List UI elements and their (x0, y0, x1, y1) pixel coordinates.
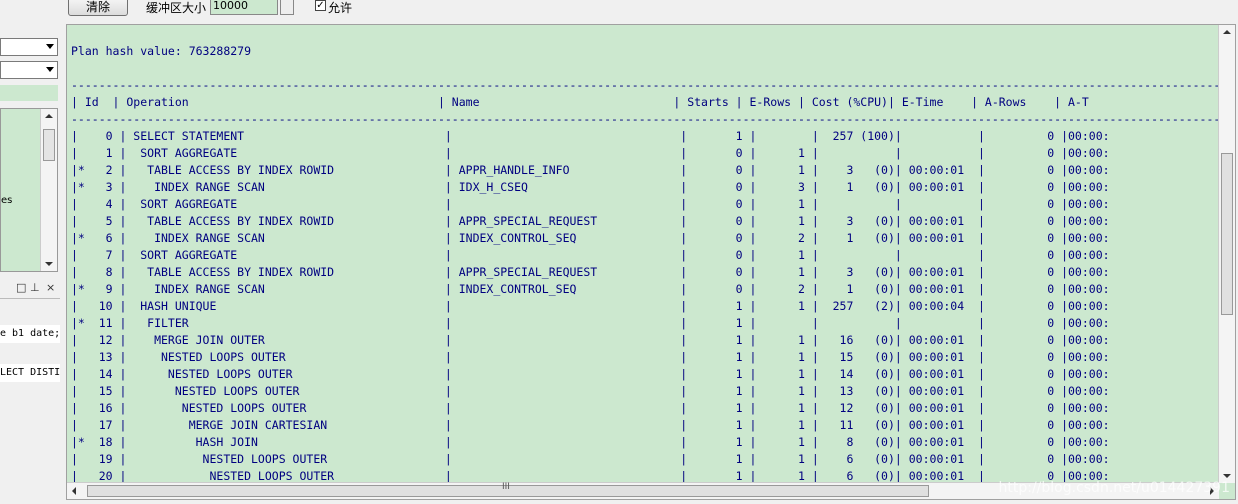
code-line[interactable]: LECT DISTI (0, 364, 60, 382)
pin-icon[interactable]: ⊥ (30, 281, 40, 294)
grip-icon: III (502, 482, 510, 492)
buffer-size-spinner[interactable] (280, 0, 294, 15)
restore-icon[interactable]: □ (16, 281, 26, 294)
vertical-scrollbar-thumb[interactable] (1221, 153, 1233, 315)
scroll-down-icon[interactable] (1223, 474, 1231, 478)
tree-item-text: es (1, 195, 13, 206)
tree-scrollbar[interactable] (40, 109, 57, 271)
panel-titlebar: □ ⊥ × (0, 280, 60, 299)
close-icon[interactable]: × (46, 281, 55, 294)
left-filter-field[interactable] (0, 85, 58, 101)
scroll-left-icon[interactable] (72, 487, 76, 495)
buffer-size-input[interactable]: 10000 (210, 0, 278, 15)
buffer-size-label: 缓冲区大小 (146, 1, 207, 15)
left-combo-2[interactable] (0, 61, 58, 79)
vertical-scrollbar[interactable] (1218, 25, 1235, 483)
scroll-up-icon[interactable] (1223, 30, 1231, 34)
allow-label: 允许 (328, 1, 353, 15)
chevron-down-icon (46, 67, 54, 72)
allow-checkbox[interactable]: ✓ (315, 0, 326, 11)
output-pane[interactable]: Plan hash value: 763288279 -------------… (66, 24, 1236, 500)
scroll-down-icon[interactable] (45, 262, 53, 266)
left-dock-panel: es □ ⊥ × e b1 date; LECT DISTI (0, 0, 62, 504)
execution-plan-text: Plan hash value: 763288279 -------------… (71, 44, 1235, 483)
clear-button[interactable]: 清除 (68, 0, 128, 16)
left-combo-1[interactable] (0, 38, 58, 56)
watermark: http://blog.csdn.net/u014427391 (998, 480, 1231, 496)
code-line[interactable]: e b1 date; (0, 325, 60, 343)
chevron-down-icon (46, 44, 54, 49)
scrollbar-thumb[interactable] (43, 129, 55, 161)
scroll-up-icon[interactable] (45, 114, 53, 118)
output-toolbar: 清除 缓冲区大小 10000 ✓ 允许 (62, 0, 1238, 20)
horizontal-scrollbar-thumb[interactable]: III (87, 482, 929, 497)
object-tree[interactable]: es (0, 108, 58, 272)
